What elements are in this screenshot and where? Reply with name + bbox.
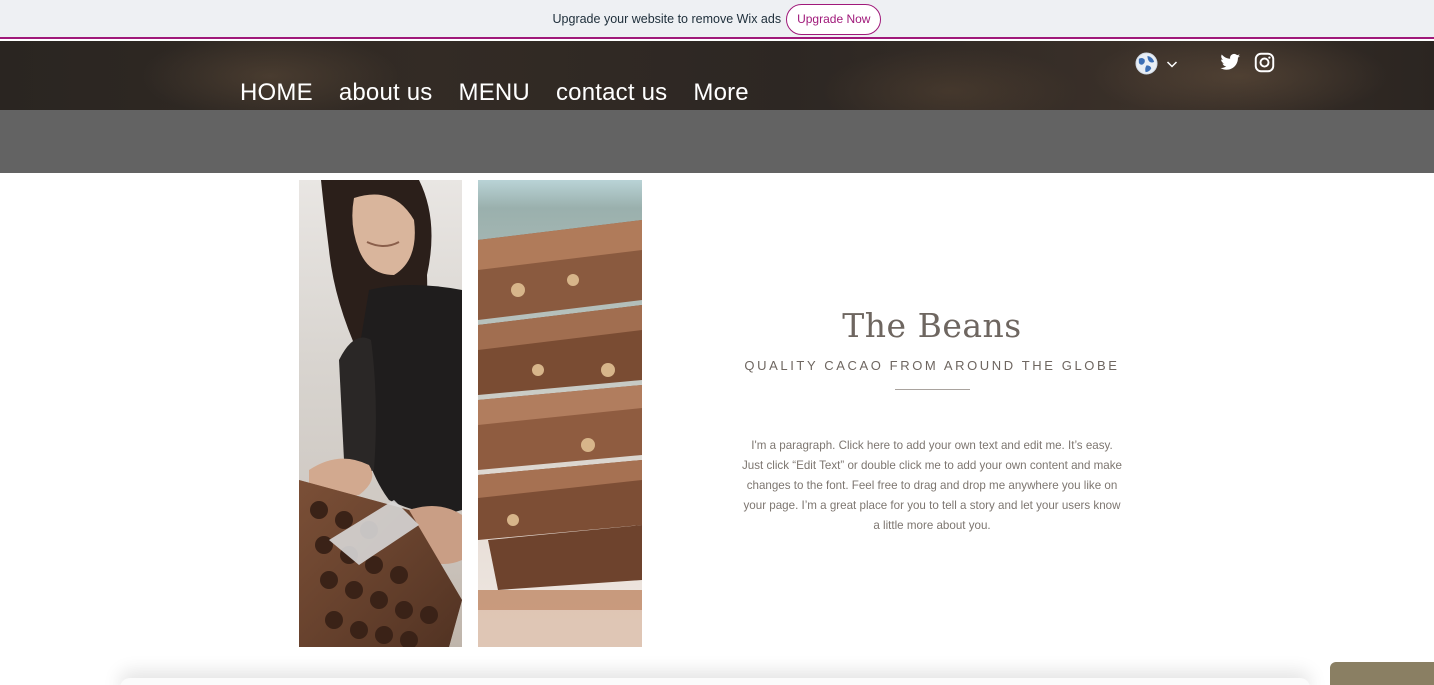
section-paragraph: I'm a paragraph. Click here to add your …: [742, 439, 1122, 532]
language-selector[interactable]: [1135, 52, 1178, 75]
instagram-icon[interactable]: [1254, 52, 1275, 73]
chat-widget-tab[interactable]: [1330, 662, 1434, 685]
nav-item-about-us[interactable]: about us: [339, 78, 433, 108]
wix-ad-banner: Upgrade your website to remove Wix ads U…: [0, 0, 1434, 39]
globe-icon: [1135, 52, 1158, 75]
section-divider: [895, 389, 970, 390]
chevron-down-icon: [1166, 60, 1178, 68]
nav-item-menu[interactable]: MENU: [459, 78, 530, 108]
nav-item-more[interactable]: More: [693, 78, 748, 108]
ad-banner-text: Upgrade your website to remove Wix ads: [552, 11, 782, 26]
upgrade-now-button[interactable]: Upgrade Now: [786, 3, 882, 35]
chocolatier-photo: [299, 180, 462, 647]
section-subtitle: QUALITY CACAO FROM AROUND THE GLOBE: [744, 358, 1120, 373]
section-title: The Beans: [842, 306, 1022, 345]
next-section-edge: [120, 678, 1310, 685]
site-header: HOME about us MENU contact us More: [0, 41, 1434, 110]
main-nav: HOME about us MENU contact us More: [240, 78, 775, 108]
chocolate-stack-photo-art: [478, 220, 642, 647]
nav-item-home[interactable]: HOME: [240, 78, 313, 108]
chocolatier-photo-art: [299, 180, 462, 647]
nav-item-contact-us[interactable]: contact us: [556, 78, 667, 108]
header-background-blur: [820, 46, 1080, 110]
chocolate-stack-photo: [478, 180, 642, 647]
header-grey-strip: [0, 110, 1434, 173]
twitter-icon[interactable]: [1220, 53, 1241, 72]
